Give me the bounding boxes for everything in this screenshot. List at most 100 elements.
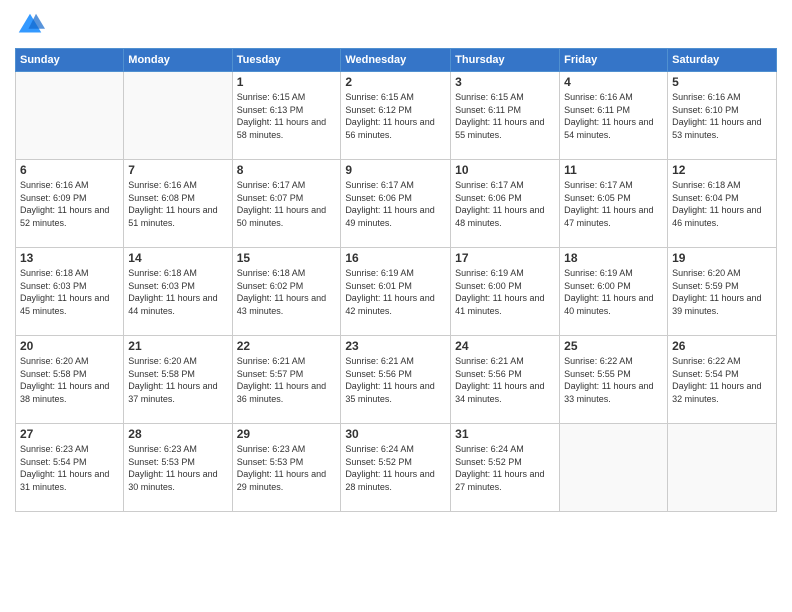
day-info: Sunrise: 6:19 AMSunset: 6:01 PMDaylight:… <box>345 267 446 317</box>
calendar-cell <box>16 72 124 160</box>
weekday-header-thursday: Thursday <box>451 49 560 72</box>
day-info: Sunrise: 6:17 AMSunset: 6:07 PMDaylight:… <box>237 179 337 229</box>
day-number: 4 <box>564 75 663 89</box>
day-number: 15 <box>237 251 337 265</box>
calendar-cell: 19 Sunrise: 6:20 AMSunset: 5:59 PMDaylig… <box>668 248 777 336</box>
day-info: Sunrise: 6:24 AMSunset: 5:52 PMDaylight:… <box>345 443 446 493</box>
calendar-cell: 24 Sunrise: 6:21 AMSunset: 5:56 PMDaylig… <box>451 336 560 424</box>
weekday-header-row: SundayMondayTuesdayWednesdayThursdayFrid… <box>16 49 777 72</box>
day-info: Sunrise: 6:23 AMSunset: 5:53 PMDaylight:… <box>128 443 227 493</box>
calendar-cell <box>124 72 232 160</box>
calendar: SundayMondayTuesdayWednesdayThursdayFrid… <box>15 48 777 512</box>
day-info: Sunrise: 6:20 AMSunset: 5:59 PMDaylight:… <box>672 267 772 317</box>
week-row-4: 20 Sunrise: 6:20 AMSunset: 5:58 PMDaylig… <box>16 336 777 424</box>
calendar-cell: 15 Sunrise: 6:18 AMSunset: 6:02 PMDaylig… <box>232 248 341 336</box>
day-number: 10 <box>455 163 555 177</box>
calendar-cell: 13 Sunrise: 6:18 AMSunset: 6:03 PMDaylig… <box>16 248 124 336</box>
day-info: Sunrise: 6:18 AMSunset: 6:02 PMDaylight:… <box>237 267 337 317</box>
day-info: Sunrise: 6:21 AMSunset: 5:56 PMDaylight:… <box>345 355 446 405</box>
calendar-cell: 4 Sunrise: 6:16 AMSunset: 6:11 PMDayligh… <box>560 72 668 160</box>
day-number: 27 <box>20 427 119 441</box>
weekday-header-wednesday: Wednesday <box>341 49 451 72</box>
day-info: Sunrise: 6:20 AMSunset: 5:58 PMDaylight:… <box>20 355 119 405</box>
calendar-cell: 3 Sunrise: 6:15 AMSunset: 6:11 PMDayligh… <box>451 72 560 160</box>
day-number: 26 <box>672 339 772 353</box>
day-info: Sunrise: 6:21 AMSunset: 5:57 PMDaylight:… <box>237 355 337 405</box>
weekday-header-friday: Friday <box>560 49 668 72</box>
day-info: Sunrise: 6:18 AMSunset: 6:03 PMDaylight:… <box>20 267 119 317</box>
weekday-header-monday: Monday <box>124 49 232 72</box>
header <box>15 10 777 40</box>
day-info: Sunrise: 6:17 AMSunset: 6:06 PMDaylight:… <box>345 179 446 229</box>
day-number: 20 <box>20 339 119 353</box>
day-number: 21 <box>128 339 227 353</box>
calendar-cell: 27 Sunrise: 6:23 AMSunset: 5:54 PMDaylig… <box>16 424 124 512</box>
calendar-cell: 18 Sunrise: 6:19 AMSunset: 6:00 PMDaylig… <box>560 248 668 336</box>
day-number: 1 <box>237 75 337 89</box>
day-info: Sunrise: 6:16 AMSunset: 6:11 PMDaylight:… <box>564 91 663 141</box>
day-number: 19 <box>672 251 772 265</box>
day-info: Sunrise: 6:23 AMSunset: 5:54 PMDaylight:… <box>20 443 119 493</box>
day-info: Sunrise: 6:15 AMSunset: 6:12 PMDaylight:… <box>345 91 446 141</box>
calendar-cell: 29 Sunrise: 6:23 AMSunset: 5:53 PMDaylig… <box>232 424 341 512</box>
day-info: Sunrise: 6:16 AMSunset: 6:10 PMDaylight:… <box>672 91 772 141</box>
day-info: Sunrise: 6:16 AMSunset: 6:08 PMDaylight:… <box>128 179 227 229</box>
logo <box>15 10 49 40</box>
logo-icon <box>15 10 45 40</box>
day-info: Sunrise: 6:19 AMSunset: 6:00 PMDaylight:… <box>455 267 555 317</box>
calendar-cell: 26 Sunrise: 6:22 AMSunset: 5:54 PMDaylig… <box>668 336 777 424</box>
calendar-cell: 10 Sunrise: 6:17 AMSunset: 6:06 PMDaylig… <box>451 160 560 248</box>
day-number: 31 <box>455 427 555 441</box>
day-number: 28 <box>128 427 227 441</box>
day-number: 14 <box>128 251 227 265</box>
calendar-cell: 12 Sunrise: 6:18 AMSunset: 6:04 PMDaylig… <box>668 160 777 248</box>
day-number: 7 <box>128 163 227 177</box>
day-number: 5 <box>672 75 772 89</box>
day-info: Sunrise: 6:18 AMSunset: 6:04 PMDaylight:… <box>672 179 772 229</box>
weekday-header-tuesday: Tuesday <box>232 49 341 72</box>
day-info: Sunrise: 6:24 AMSunset: 5:52 PMDaylight:… <box>455 443 555 493</box>
calendar-cell: 31 Sunrise: 6:24 AMSunset: 5:52 PMDaylig… <box>451 424 560 512</box>
day-info: Sunrise: 6:22 AMSunset: 5:55 PMDaylight:… <box>564 355 663 405</box>
calendar-cell: 16 Sunrise: 6:19 AMSunset: 6:01 PMDaylig… <box>341 248 451 336</box>
calendar-cell: 17 Sunrise: 6:19 AMSunset: 6:00 PMDaylig… <box>451 248 560 336</box>
weekday-header-saturday: Saturday <box>668 49 777 72</box>
day-info: Sunrise: 6:19 AMSunset: 6:00 PMDaylight:… <box>564 267 663 317</box>
day-info: Sunrise: 6:18 AMSunset: 6:03 PMDaylight:… <box>128 267 227 317</box>
calendar-cell: 6 Sunrise: 6:16 AMSunset: 6:09 PMDayligh… <box>16 160 124 248</box>
calendar-cell: 5 Sunrise: 6:16 AMSunset: 6:10 PMDayligh… <box>668 72 777 160</box>
calendar-cell: 2 Sunrise: 6:15 AMSunset: 6:12 PMDayligh… <box>341 72 451 160</box>
day-info: Sunrise: 6:17 AMSunset: 6:06 PMDaylight:… <box>455 179 555 229</box>
calendar-cell: 28 Sunrise: 6:23 AMSunset: 5:53 PMDaylig… <box>124 424 232 512</box>
day-number: 24 <box>455 339 555 353</box>
calendar-cell <box>560 424 668 512</box>
day-number: 22 <box>237 339 337 353</box>
calendar-cell: 20 Sunrise: 6:20 AMSunset: 5:58 PMDaylig… <box>16 336 124 424</box>
day-number: 11 <box>564 163 663 177</box>
calendar-cell: 9 Sunrise: 6:17 AMSunset: 6:06 PMDayligh… <box>341 160 451 248</box>
day-number: 8 <box>237 163 337 177</box>
day-info: Sunrise: 6:22 AMSunset: 5:54 PMDaylight:… <box>672 355 772 405</box>
day-number: 29 <box>237 427 337 441</box>
day-number: 23 <box>345 339 446 353</box>
day-number: 12 <box>672 163 772 177</box>
calendar-cell: 14 Sunrise: 6:18 AMSunset: 6:03 PMDaylig… <box>124 248 232 336</box>
week-row-3: 13 Sunrise: 6:18 AMSunset: 6:03 PMDaylig… <box>16 248 777 336</box>
calendar-cell: 11 Sunrise: 6:17 AMSunset: 6:05 PMDaylig… <box>560 160 668 248</box>
calendar-cell: 30 Sunrise: 6:24 AMSunset: 5:52 PMDaylig… <box>341 424 451 512</box>
day-number: 6 <box>20 163 119 177</box>
page: SundayMondayTuesdayWednesdayThursdayFrid… <box>0 0 792 612</box>
week-row-1: 1 Sunrise: 6:15 AMSunset: 6:13 PMDayligh… <box>16 72 777 160</box>
day-info: Sunrise: 6:17 AMSunset: 6:05 PMDaylight:… <box>564 179 663 229</box>
day-info: Sunrise: 6:15 AMSunset: 6:11 PMDaylight:… <box>455 91 555 141</box>
day-number: 25 <box>564 339 663 353</box>
day-number: 9 <box>345 163 446 177</box>
day-number: 16 <box>345 251 446 265</box>
calendar-cell <box>668 424 777 512</box>
day-number: 3 <box>455 75 555 89</box>
day-info: Sunrise: 6:23 AMSunset: 5:53 PMDaylight:… <box>237 443 337 493</box>
week-row-2: 6 Sunrise: 6:16 AMSunset: 6:09 PMDayligh… <box>16 160 777 248</box>
calendar-cell: 1 Sunrise: 6:15 AMSunset: 6:13 PMDayligh… <box>232 72 341 160</box>
week-row-5: 27 Sunrise: 6:23 AMSunset: 5:54 PMDaylig… <box>16 424 777 512</box>
calendar-cell: 25 Sunrise: 6:22 AMSunset: 5:55 PMDaylig… <box>560 336 668 424</box>
